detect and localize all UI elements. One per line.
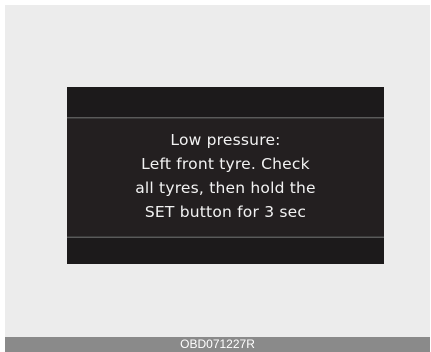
figure-frame: Low pressure: Left front tyre. Check all…: [5, 5, 430, 347]
message-line-1: Low pressure:: [170, 131, 281, 149]
warning-message: Low pressure: Left front tyre. Check all…: [67, 121, 384, 231]
display-top-band: [67, 87, 384, 118]
message-line-3: all tyres, then hold the: [135, 179, 316, 197]
message-line-4: SET button for 3 sec: [144, 203, 307, 221]
message-line-2: Left front tyre. Check: [141, 155, 310, 173]
figure-code: OBD071227R: [180, 337, 255, 351]
cluster-display: Low pressure: Left front tyre. Check all…: [67, 87, 384, 264]
display-bottom-band: [67, 237, 384, 264]
figure-caption-bar: OBD071227R: [5, 337, 430, 352]
